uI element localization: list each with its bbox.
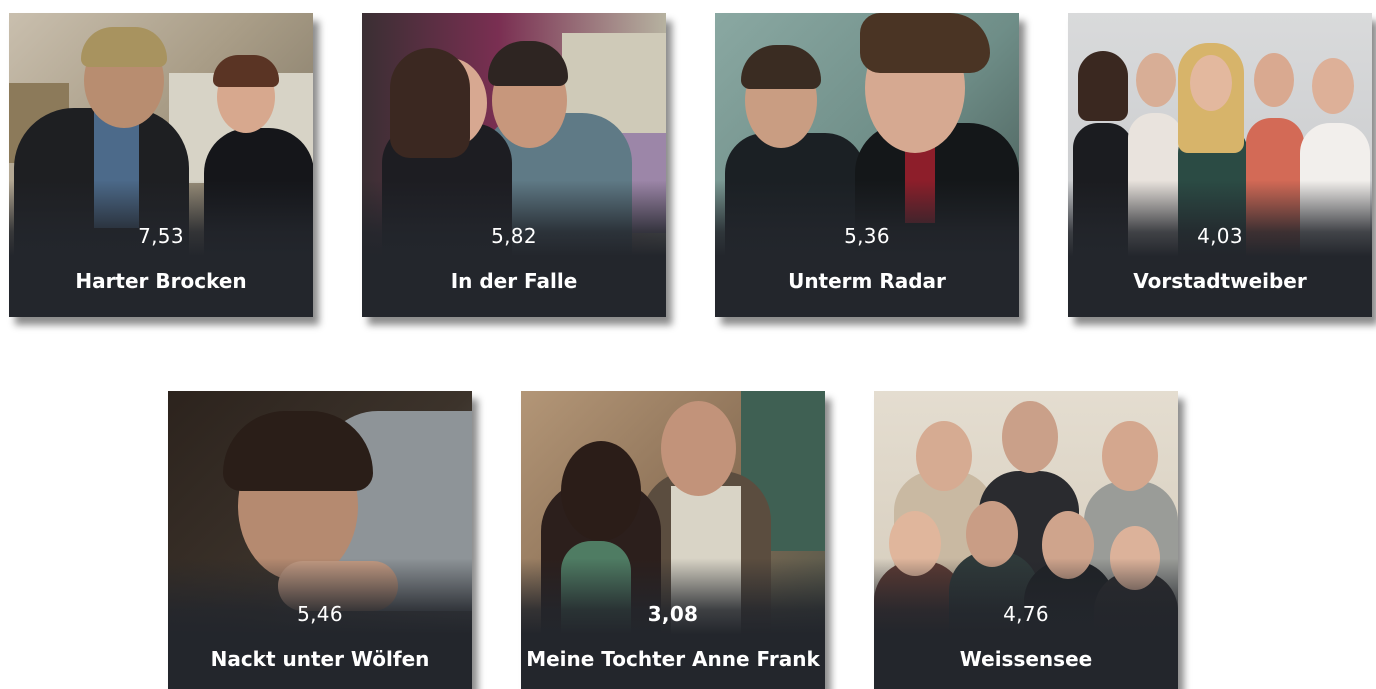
series-grid: 7,53 Harter Brocken 5,82 In der Falle 5,…: [0, 0, 1376, 689]
series-score: 4,76: [1003, 602, 1049, 626]
series-card-weissensee[interactable]: 4,76 Weissensee: [874, 391, 1178, 689]
series-score: 5,36: [844, 224, 890, 248]
series-title: Nackt unter Wölfen: [210, 647, 430, 671]
series-card-meine-tochter-anne-frank[interactable]: 3,08 Meine Tochter Anne Frank: [521, 391, 825, 689]
series-card-unterm-radar[interactable]: 5,36 Unterm Radar: [715, 13, 1019, 317]
series-title: Unterm Radar: [788, 269, 946, 293]
series-score: 4,03: [1197, 224, 1243, 248]
series-score: 3,08: [647, 602, 699, 626]
series-title: In der Falle: [450, 269, 578, 293]
series-card-harter-brocken[interactable]: 7,53 Harter Brocken: [9, 13, 313, 317]
series-card-vorstadtweiber[interactable]: 4,03 Vorstadtweiber: [1068, 13, 1372, 317]
series-card-nackt-unter-woelfen[interactable]: 5,46 Nackt unter Wölfen: [168, 391, 472, 689]
series-score: 5,82: [491, 224, 537, 248]
series-title: Vorstadtweiber: [1133, 269, 1307, 293]
series-card-in-der-falle[interactable]: 5,82 In der Falle: [362, 13, 666, 317]
series-title: Meine Tochter Anne Frank: [526, 647, 820, 671]
series-title: Harter Brocken: [75, 269, 247, 293]
series-title: Weissensee: [959, 647, 1093, 671]
series-score: 7,53: [138, 224, 184, 248]
series-score: 5,46: [297, 602, 343, 626]
